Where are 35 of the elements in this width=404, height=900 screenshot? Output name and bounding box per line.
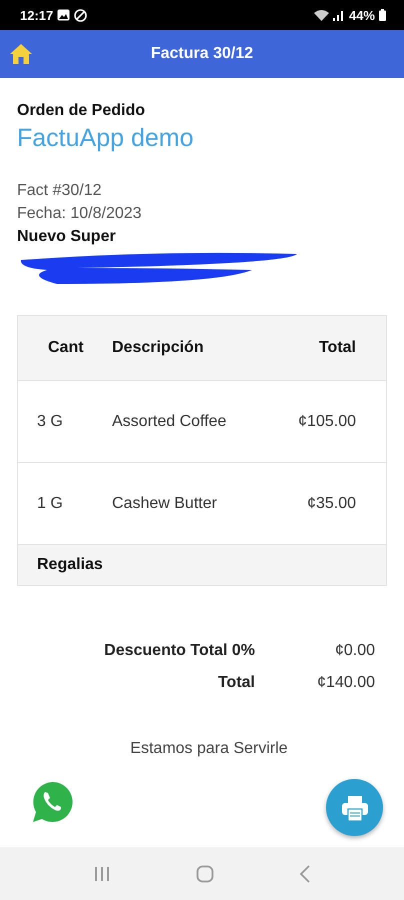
column-header: Total [318, 339, 356, 357]
blocked-icon [74, 8, 88, 22]
footer-message: Estamos para Servirle [129, 740, 289, 758]
company-name: FactuApp demo [17, 124, 194, 153]
whatsapp-icon[interactable] [31, 781, 73, 823]
battery-percent: 44% [348, 8, 375, 22]
wifi-icon [314, 9, 329, 21]
table-footer-label: Regalias [37, 556, 103, 574]
printer-icon [340, 794, 368, 822]
print-button[interactable] [326, 779, 383, 836]
table-cell: ¢35.00 [307, 494, 356, 512]
total-value: ¢140.00 [316, 674, 376, 692]
table-cell-text: 3 G [37, 412, 64, 430]
clock-time: 12:17 [20, 8, 54, 22]
column-header: Cant [47, 339, 85, 357]
back-icon[interactable] [299, 864, 312, 882]
home-icon[interactable] [9, 43, 33, 65]
table-cell-text: Cashew Butter [112, 494, 218, 512]
total-label: Descuento Total 0% [104, 642, 255, 660]
recent-apps-icon[interactable] [92, 866, 111, 882]
client-name: Nuevo Super [17, 227, 117, 247]
home-nav-icon[interactable] [196, 864, 214, 882]
table-cell-text: Assorted Coffee [112, 412, 228, 430]
battery-icon [379, 9, 386, 21]
invoice-number: Fact #30/12 [17, 181, 102, 201]
order-heading: Orden de Pedido [17, 102, 146, 120]
screen-title: Factura 30/12 [150, 45, 254, 63]
image-icon [57, 9, 70, 21]
total-label: Total [218, 674, 255, 692]
column-header: Descripción [112, 339, 205, 357]
table-cell: ¢105.00 [298, 412, 356, 430]
invoice-date: Fecha: 10/8/2023 [17, 204, 143, 224]
total-value: ¢0.00 [334, 642, 376, 660]
signal-icon [332, 10, 343, 20]
table-cell-text: 1 G [37, 494, 64, 512]
